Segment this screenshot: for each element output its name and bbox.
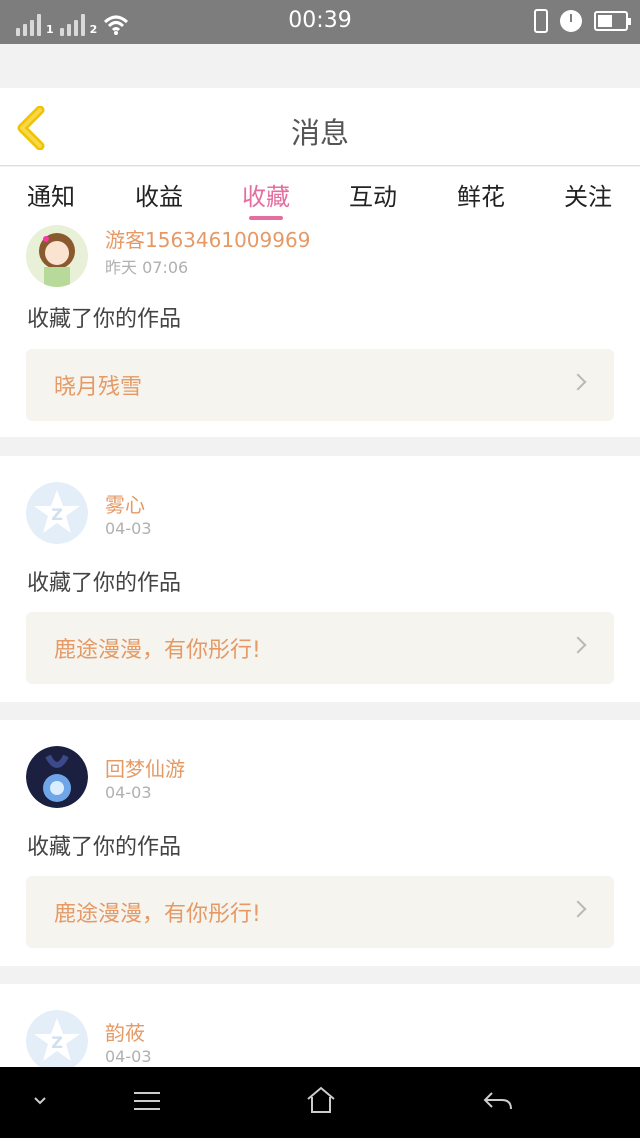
night-avatar xyxy=(26,746,88,808)
tab-bar: 通知 收益 收藏 互动 鲜花 关注 xyxy=(0,167,640,225)
status-bar: 1 2 00:39 xyxy=(0,0,640,44)
list-item: Z 雾心 04-03 收藏了你的作品 鹿途漫漫，有你彤行! xyxy=(0,456,640,702)
header: 消息 xyxy=(0,88,640,166)
default-star-avatar: Z xyxy=(26,1010,88,1067)
action-text: 收藏了你的作品 xyxy=(27,835,182,860)
username[interactable]: 韵莜 xyxy=(105,1017,145,1046)
timestamp: 04-03 xyxy=(105,519,152,538)
tab-interaction[interactable]: 互动 xyxy=(333,177,413,212)
alarm-icon xyxy=(560,10,582,32)
user-avatar[interactable]: Z xyxy=(26,1010,88,1067)
tab-flowers[interactable]: 鲜花 xyxy=(441,177,521,212)
home-icon[interactable] xyxy=(305,1085,337,1119)
timestamp: 04-03 xyxy=(105,1047,152,1066)
tab-earnings[interactable]: 收益 xyxy=(119,177,199,212)
system-nav-bar xyxy=(0,1067,640,1138)
battery-icon xyxy=(594,11,631,31)
vibrate-icon xyxy=(534,9,548,33)
username[interactable]: 回梦仙游 xyxy=(105,753,185,782)
timestamp: 04-03 xyxy=(105,783,152,802)
work-title: 鹿途漫漫，有你彤行! xyxy=(54,638,261,663)
list-item: 游客1563461009969 昨天 07:06 收藏了你的作品 晓月残雪 xyxy=(0,225,640,437)
status-right-icons xyxy=(534,9,631,33)
tab-favorites[interactable]: 收藏 xyxy=(226,177,306,212)
chevron-right-icon xyxy=(569,636,587,654)
work-link[interactable]: 晓月残雪 xyxy=(26,349,614,421)
svg-text:Z: Z xyxy=(51,1033,63,1052)
back-icon[interactable] xyxy=(482,1089,514,1117)
chevron-right-icon xyxy=(569,373,587,391)
tab-active-indicator xyxy=(249,216,283,220)
list-item: 回梦仙游 04-03 收藏了你的作品 鹿途漫漫，有你彤行! xyxy=(0,720,640,966)
page-title: 消息 xyxy=(290,116,349,150)
tab-follow[interactable]: 关注 xyxy=(548,177,628,212)
svg-text:Z: Z xyxy=(51,505,63,524)
timestamp: 昨天 07:06 xyxy=(105,258,189,277)
tab-notice[interactable]: 通知 xyxy=(11,177,91,212)
user-avatar[interactable] xyxy=(26,746,88,808)
chevron-right-icon xyxy=(569,900,587,918)
work-title: 鹿途漫漫，有你彤行! xyxy=(54,902,261,927)
work-link[interactable]: 鹿途漫漫，有你彤行! xyxy=(26,612,614,684)
username[interactable]: 雾心 xyxy=(105,489,145,518)
menu-icon[interactable] xyxy=(132,1089,162,1117)
list-item: Z 韵莜 04-03 xyxy=(0,984,640,1067)
user-avatar[interactable]: Z xyxy=(26,482,88,544)
work-link[interactable]: 鹿途漫漫，有你彤行! xyxy=(26,876,614,948)
chevron-down-icon[interactable] xyxy=(30,1093,50,1112)
action-text: 收藏了你的作品 xyxy=(27,571,182,596)
work-title: 晓月残雪 xyxy=(54,375,143,400)
default-star-avatar: Z xyxy=(26,482,88,544)
action-text: 收藏了你的作品 xyxy=(27,307,182,332)
username[interactable]: 游客1563461009969 xyxy=(105,225,310,253)
user-avatar[interactable] xyxy=(26,225,88,287)
favorites-list: 游客1563461009969 昨天 07:06 收藏了你的作品 晓月残雪 Z … xyxy=(0,225,640,1067)
